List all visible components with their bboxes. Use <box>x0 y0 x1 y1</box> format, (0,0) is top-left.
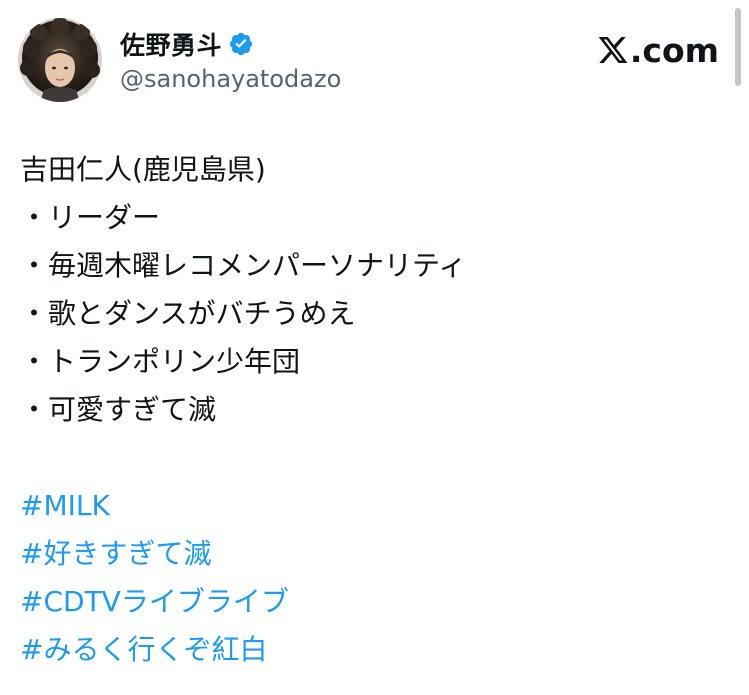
x-logo-icon <box>597 34 629 66</box>
author-info: 佐野勇斗 @sanohayatodazo <box>120 27 341 93</box>
hashtag-link[interactable]: #MILK <box>20 482 720 530</box>
x-brand-watermark: .com <box>597 30 719 70</box>
verified-badge-icon <box>228 31 254 57</box>
avatar[interactable] <box>18 18 102 102</box>
hashtag-link[interactable]: #みるく行くぞ紅白 <box>20 626 720 674</box>
handle[interactable]: @sanohayatodazo <box>120 65 341 93</box>
tweet-text: 吉田仁人(鹿児島県) ・リーダー ・毎週木曜レコメンパーソナリティ ・歌とダンス… <box>20 146 720 674</box>
tweet-line: ・トランポリン少年団 <box>20 345 301 378</box>
brand-domain-text: .com <box>629 30 719 70</box>
tweet-line: ・リーダー <box>20 201 161 234</box>
tweet-line: ・歌とダンスがバチうめえ <box>20 297 356 330</box>
tweet-card: 佐野勇斗 @sanohayatodazo .com 吉田仁人(鹿児島県) ・リー… <box>0 0 749 695</box>
tweet-line: ・可愛すぎて滅 <box>20 393 217 426</box>
name-row: 佐野勇斗 <box>120 27 341 61</box>
hashtag-link[interactable]: #好きすぎて滅 <box>20 530 720 578</box>
scrollbar[interactable] <box>735 8 741 86</box>
avatar-image <box>18 18 102 102</box>
hashtag-link[interactable]: #CDTVライブライブ <box>20 578 720 626</box>
tweet-line: ・毎週木曜レコメンパーソナリティ <box>20 249 467 282</box>
display-name[interactable]: 佐野勇斗 <box>120 26 222 62</box>
tweet-line: 吉田仁人(鹿児島県) <box>20 153 266 186</box>
